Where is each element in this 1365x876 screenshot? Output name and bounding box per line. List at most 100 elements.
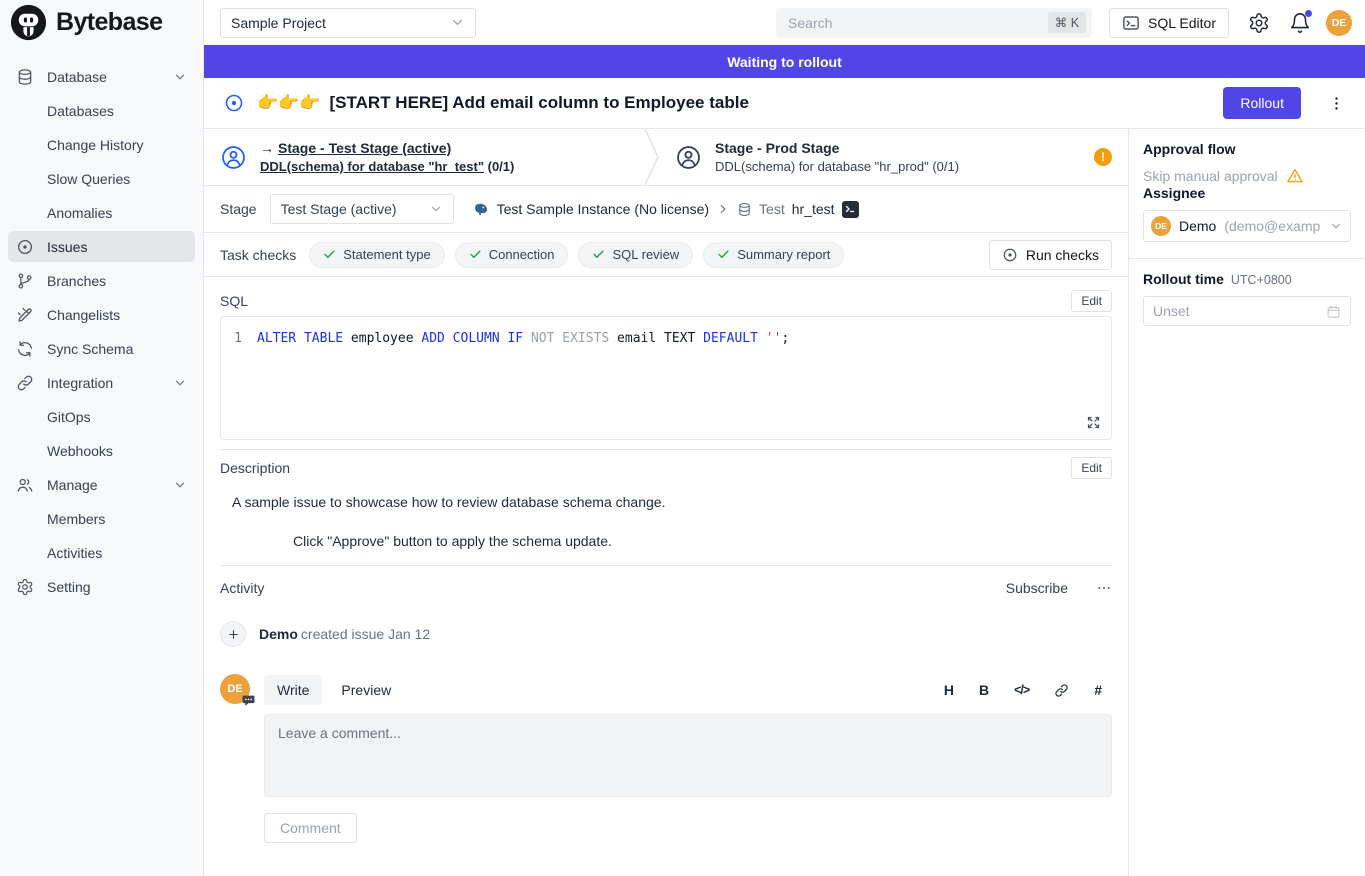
bytebase-logo-icon [10, 4, 47, 41]
sidebar-item-change-history[interactable]: Change History [8, 129, 195, 160]
status-banner: Waiting to rollout [204, 45, 1365, 78]
stage-card-prod-text: Stage - Prod Stage DDL(schema) for datab… [715, 140, 959, 174]
sidebar-item-database[interactable]: Database [8, 61, 195, 92]
more-menu-button[interactable] [1096, 580, 1112, 596]
database-name[interactable]: hr_test [792, 201, 835, 217]
hash-icon[interactable]: # [1094, 682, 1102, 698]
fullscreen-expand-icon[interactable] [1086, 415, 1101, 430]
stage-card-test[interactable]: →Stage - Test Stage (active) DDL(schema)… [204, 129, 644, 185]
composer-avatar: DE [220, 674, 250, 704]
issue-status-icon [224, 93, 244, 113]
instance-name[interactable]: Test Sample Instance (No license) [497, 201, 709, 217]
sidebar-item-changelists[interactable]: Changelists [8, 299, 195, 330]
sidebar-item-members[interactable]: Members [8, 503, 195, 534]
heading-icon[interactable]: H [944, 682, 954, 698]
search-box[interactable]: ⌘ K [776, 8, 1092, 38]
sidebar-item-webhooks[interactable]: Webhooks [8, 435, 195, 466]
stage-card-prod[interactable]: Stage - Prod Stage DDL(schema) for datab… [659, 129, 1128, 185]
chevron-down-icon [429, 202, 443, 216]
database-icon [737, 202, 752, 217]
chevron-down-icon [173, 478, 187, 492]
chevron-down-icon [173, 70, 187, 84]
approval-flow-label: Approval flow [1143, 141, 1351, 157]
project-select-value: Sample Project [231, 15, 326, 31]
settings-gear-button[interactable] [1248, 12, 1270, 34]
divider [1129, 258, 1365, 259]
plus-icon [220, 621, 246, 647]
open-sql-editor-icon[interactable] [842, 201, 859, 218]
sidebar-item-branches[interactable]: Branches [8, 265, 195, 296]
bytebase-logo[interactable]: Bytebase [0, 0, 203, 45]
sidebar-item-anomalies[interactable]: Anomalies [8, 197, 195, 228]
line-number: 1 [221, 329, 257, 348]
sidebar: Bytebase Database Databases Change Histo… [0, 0, 204, 876]
database-icon [16, 68, 34, 86]
bold-icon[interactable]: B [979, 682, 989, 698]
check-summary-report[interactable]: Summary report [703, 242, 844, 268]
sql-editor[interactable]: 1 ALTER TABLE employee ADD COLUMN IF NOT… [220, 316, 1112, 440]
tab-preview[interactable]: Preview [328, 675, 404, 705]
sidebar-item-integration[interactable]: Integration [8, 367, 195, 398]
description-line: A sample issue to showcase how to review… [232, 494, 1112, 510]
check-icon [323, 248, 336, 261]
project-select[interactable]: Sample Project [220, 8, 476, 38]
search-input[interactable] [786, 14, 1048, 32]
code-icon[interactable]: </> [1014, 683, 1029, 697]
tab-write[interactable]: Write [264, 675, 322, 705]
subscribe-button[interactable]: Subscribe [1000, 579, 1074, 597]
warning-triangle-icon [1286, 167, 1304, 185]
sidebar-item-sync-schema[interactable]: Sync Schema [8, 333, 195, 364]
rollout-time-header: Rollout time UTC+0800 [1143, 271, 1351, 287]
sql-label: SQL [220, 293, 248, 309]
divider [220, 449, 1112, 450]
terminal-icon [1122, 14, 1140, 32]
check-sql-review[interactable]: SQL review [578, 242, 693, 268]
activity-label: Activity [220, 580, 264, 596]
user-avatar[interactable]: DE [1326, 10, 1352, 36]
circle-dot-icon [16, 238, 34, 256]
check-connection[interactable]: Connection [455, 242, 569, 268]
check-icon [592, 248, 605, 261]
database-breadcrumb: Test Sample Instance (No license) Test h… [473, 201, 859, 218]
issue-title-text: [START HERE] Add email column to Employe… [330, 93, 749, 113]
comment-submit-button[interactable]: Comment [264, 813, 357, 843]
sidebar-item-manage[interactable]: Manage [8, 469, 195, 500]
ellipsis-icon [1096, 580, 1112, 596]
chevron-down-icon [450, 15, 465, 30]
comment-composer: DE Write Preview H B </> [220, 674, 1112, 843]
check-icon [469, 248, 482, 261]
link-icon [16, 374, 34, 392]
description-edit-button[interactable]: Edit [1071, 457, 1112, 479]
right-panel: Approval flow Skip manual approval Assig… [1128, 129, 1365, 876]
sidebar-item-activities[interactable]: Activities [8, 537, 195, 568]
comment-textarea[interactable] [264, 714, 1112, 797]
sidebar-item-databases[interactable]: Databases [8, 95, 195, 126]
link-icon[interactable] [1054, 683, 1069, 698]
sidebar-item-issues[interactable]: Issues [8, 231, 195, 262]
task-checks-label: Task checks [220, 247, 296, 263]
changelist-pencil-icon [16, 306, 34, 324]
sidebar-item-slow-queries[interactable]: Slow Queries [8, 163, 195, 194]
sidebar-item-setting[interactable]: Setting [8, 571, 195, 602]
divider [220, 565, 1112, 566]
stage-strip: →Stage - Test Stage (active) DDL(schema)… [204, 129, 1128, 186]
event-actor: Demo [259, 626, 298, 642]
assignee-select[interactable]: DE Demo (demo@example [1143, 210, 1351, 242]
calendar-icon [1326, 304, 1341, 319]
issue-title-emoji: 👉👉👉 [257, 93, 321, 113]
sql-editor-button[interactable]: SQL Editor [1109, 8, 1229, 38]
rollout-time-input[interactable]: Unset [1143, 296, 1351, 326]
issue-body: SQL Edit 1 ALTER TABLE employee ADD COLU… [204, 277, 1128, 876]
sidebar-item-gitops[interactable]: GitOps [8, 401, 195, 432]
rollout-button[interactable]: Rollout [1223, 87, 1301, 119]
kebab-menu-button[interactable] [1322, 95, 1351, 112]
kebab-icon [1328, 95, 1345, 112]
search-shortcut-badge: ⌘ K [1048, 12, 1086, 33]
check-statement-type[interactable]: Statement type [309, 242, 444, 268]
sql-edit-button[interactable]: Edit [1071, 290, 1112, 312]
run-checks-button[interactable]: Run checks [989, 240, 1112, 270]
person-circle-icon [675, 144, 702, 171]
format-toolbar: H B </> # [944, 682, 1112, 698]
stage-select[interactable]: Test Stage (active) [270, 194, 454, 224]
notifications-bell-button[interactable] [1289, 12, 1311, 34]
